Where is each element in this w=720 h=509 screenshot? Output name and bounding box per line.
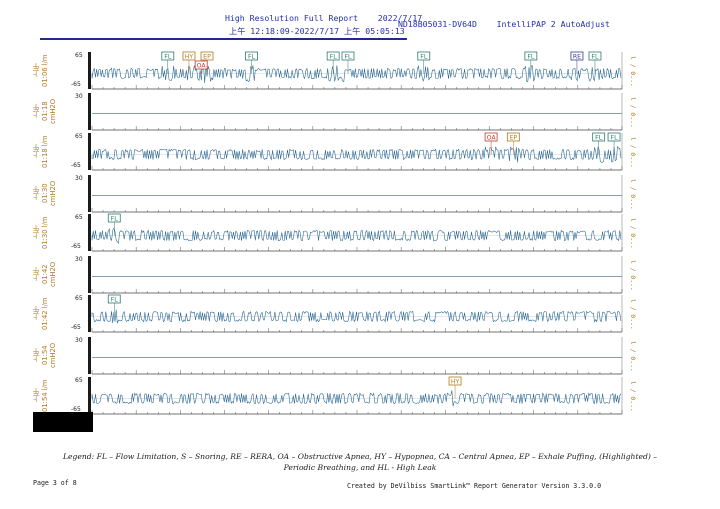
event-label: FL bbox=[111, 215, 119, 222]
event-label: RE bbox=[573, 53, 581, 60]
event-label: FL bbox=[591, 53, 599, 60]
event-label: FL bbox=[595, 134, 603, 141]
event-label: EP bbox=[510, 134, 518, 141]
legend-line-1: Legend: FL – Flow Limitation, S – Snorin… bbox=[62, 452, 658, 461]
redaction-box bbox=[33, 412, 93, 432]
event-label: FL bbox=[344, 53, 352, 60]
event-label: HY bbox=[185, 53, 194, 60]
event-label: EP bbox=[203, 53, 211, 60]
legend-line-2: Periodic Breathing, and HL - High Leak bbox=[283, 463, 437, 472]
generator-credit: Created by DeVilbiss SmartLink™ Report G… bbox=[347, 482, 602, 490]
event-label: FL bbox=[248, 53, 256, 60]
event-label: FL bbox=[527, 53, 535, 60]
event-label: HY bbox=[451, 378, 460, 385]
event-label: FL bbox=[111, 296, 119, 303]
event-label: FL bbox=[420, 53, 428, 60]
event-label: FL bbox=[330, 53, 338, 60]
event-label: FL bbox=[611, 134, 619, 141]
event-label: OA bbox=[197, 62, 207, 69]
waveform-canvas: FL HY EP OA FL FL FL FL FL RE FL OA EP FL FL FL FL HY bbox=[91, 51, 623, 415]
event-label: FL bbox=[164, 53, 172, 60]
page-number: Page 3 of 8 bbox=[33, 479, 77, 487]
event-label: OA bbox=[487, 134, 497, 141]
